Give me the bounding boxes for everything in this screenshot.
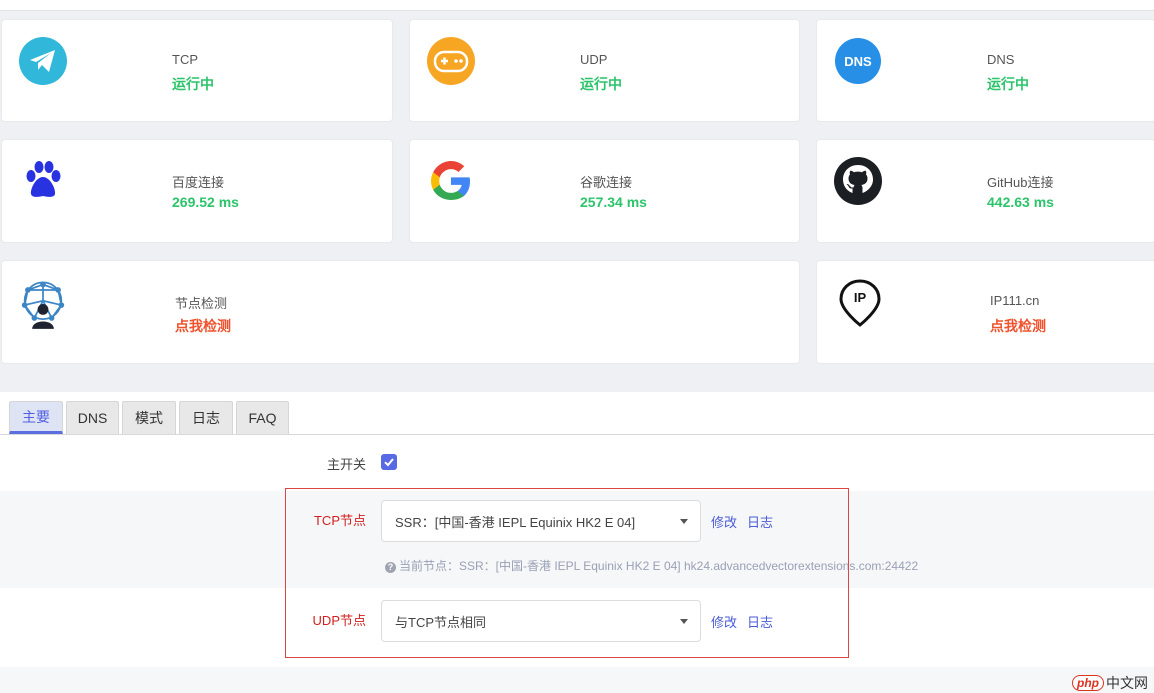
tcp-node-selected: SSR：[中国-香港 IEPL Equinix HK2 E 04] <box>395 514 636 530</box>
tcp-node-edit-link[interactable]: 修改 <box>711 512 737 531</box>
baidu-label: 百度连接 <box>172 175 225 190</box>
main-switch-label: 主开关 <box>326 457 366 472</box>
check-icon <box>384 458 394 467</box>
tab-main[interactable]: 主要 <box>9 401 63 434</box>
udp-node-select[interactable]: 与TCP节点相同 <box>381 600 701 642</box>
dns-status: 运行中 <box>987 76 1029 92</box>
udp-node-edit-link[interactable]: 修改 <box>711 612 737 631</box>
watermark-badge: php <box>1072 674 1104 691</box>
ip111-action[interactable]: 点我检测 <box>990 316 1046 336</box>
baidu-latency: 269.52 ms <box>172 194 239 210</box>
github-icon <box>834 157 882 205</box>
google-label: 谷歌连接 <box>580 175 633 190</box>
github-label: GitHub连接 <box>987 175 1054 190</box>
card-dns: DNS DNS 运行中 <box>816 19 1154 122</box>
udp-status: 运行中 <box>580 76 622 92</box>
udp-label: UDP <box>580 52 608 67</box>
settings-tabs: 主要 DNS 模式 日志 FAQ <box>0 392 1154 435</box>
watermark-text: 中文网 <box>1106 674 1148 691</box>
gamepad-icon <box>427 37 475 85</box>
baidu-paw-icon <box>26 161 61 197</box>
dns-icon: DNS <box>835 38 881 84</box>
ip111-label: IP111.cn <box>990 293 1040 308</box>
card-tcp: TCP 运行中 <box>1 19 393 122</box>
udp-node-log-link[interactable]: 日志 <box>747 612 773 631</box>
card-google: 谷歌连接 257.34 ms <box>409 139 800 243</box>
bottom-row <box>0 667 1154 693</box>
tcp-node-hint: ? 当前节点：SSR：[中国-香港 IEPL Equinix HK2 E 04] … <box>385 557 918 574</box>
tcp-status: 运行中 <box>172 76 214 92</box>
tab-mode[interactable]: 模式 <box>122 401 176 434</box>
udp-node-label: UDP节点 <box>312 613 366 628</box>
card-ip111[interactable]: IP IP111.cn 点我检测 <box>816 260 1154 364</box>
tcp-node-log-link[interactable]: 日志 <box>747 512 773 531</box>
chevron-down-icon <box>680 519 688 524</box>
dns-icon-text: DNS <box>844 53 872 69</box>
tab-log[interactable]: 日志 <box>179 401 233 434</box>
udp-node-selected: 与TCP节点相同 <box>395 614 487 630</box>
card-udp: UDP 运行中 <box>409 19 800 122</box>
card-node-check[interactable]: 节点检测 点我检测 <box>1 260 800 364</box>
tab-dns[interactable]: DNS <box>66 401 119 434</box>
tcp-node-select[interactable]: SSR：[中国-香港 IEPL Equinix HK2 E 04] <box>381 500 701 542</box>
google-latency: 257.34 ms <box>580 194 647 210</box>
tcp-node-label: TCP节点 <box>313 513 366 528</box>
watermark: php 中文网 <box>1072 672 1148 693</box>
top-bar <box>0 0 1154 11</box>
telegram-icon <box>19 37 67 85</box>
tab-faq[interactable]: FAQ <box>236 401 289 434</box>
tcp-label: TCP <box>172 52 198 67</box>
tcp-node-hint-text: 当前节点：SSR：[中国-香港 IEPL Equinix HK2 E 04] h… <box>399 559 919 573</box>
question-icon: ? <box>385 562 396 573</box>
dns-label: DNS <box>987 52 1015 67</box>
chevron-down-icon <box>680 619 688 624</box>
google-icon <box>431 161 470 200</box>
main-switch-checkbox[interactable] <box>381 454 397 470</box>
card-github: GitHub连接 442.63 ms <box>816 139 1154 243</box>
card-baidu: 百度连接 269.52 ms <box>1 139 393 243</box>
node-check-label: 节点检测 <box>175 296 228 311</box>
ip-icon-text: IP <box>853 290 867 305</box>
node-check-action[interactable]: 点我检测 <box>175 316 231 336</box>
network-node-icon <box>21 281 65 329</box>
github-latency: 442.63 ms <box>987 194 1054 210</box>
